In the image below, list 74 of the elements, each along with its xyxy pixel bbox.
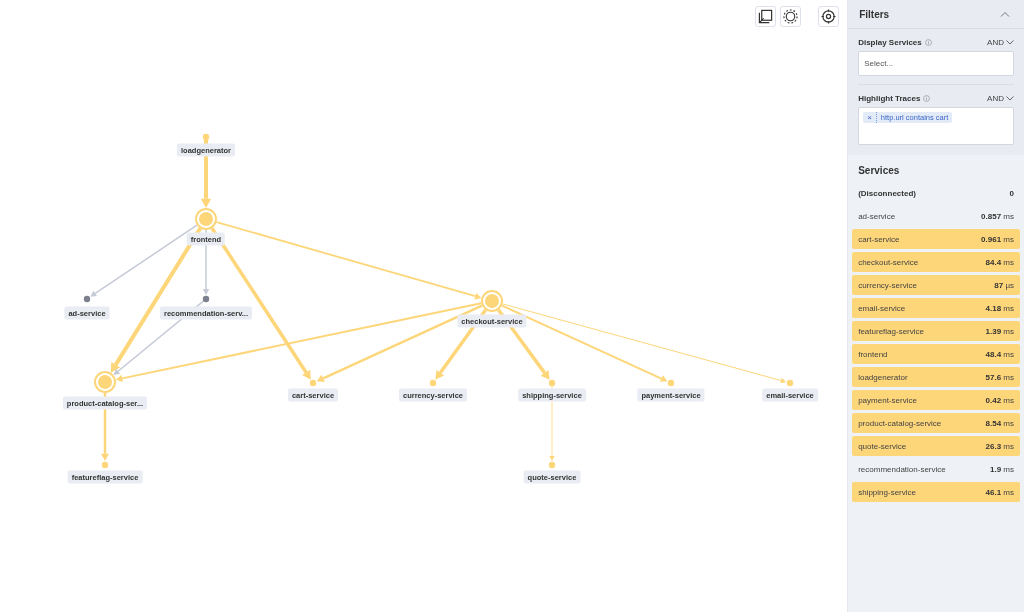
fit-view-button[interactable]: [755, 6, 776, 27]
filters-title: Filters: [859, 8, 890, 20]
service-latency: 48.4 ms: [985, 349, 1014, 359]
service-row[interactable]: (Disconnected) 0: [852, 183, 1020, 203]
service-node-icon[interactable]: [94, 371, 116, 393]
service-row[interactable]: checkout-service 84.4 ms: [852, 252, 1020, 272]
services-title: Services: [857, 165, 901, 178]
service-row[interactable]: frontend 48.4 ms: [852, 344, 1020, 364]
service-name: loadgenerator: [858, 372, 908, 382]
service-name: currency-service: [858, 280, 917, 290]
display-services-label: Display Services: [858, 38, 922, 47]
dashed-circle-icon: [783, 9, 798, 24]
service-latency: 0.42 ms: [985, 395, 1014, 405]
service-row[interactable]: loadgenerator 57.6 ms: [852, 367, 1020, 387]
target-icon: [821, 9, 836, 24]
service-row[interactable]: cart-service 0.961 ms: [852, 229, 1020, 249]
service-name: recommendation-service: [858, 464, 946, 474]
info-icon: [923, 95, 931, 102]
service-node-icon[interactable]: [786, 379, 794, 387]
service-name: cart-service: [858, 234, 900, 244]
service-latency: 4.18 ms: [985, 303, 1014, 313]
remove-tag-button[interactable]: ×: [863, 112, 877, 123]
service-row[interactable]: shipping-service 46.1 ms: [852, 482, 1020, 502]
service-node-icon[interactable]: [667, 379, 675, 387]
service-name: frontend: [858, 349, 888, 359]
caret-icon: [1006, 40, 1014, 45]
service-node-icon[interactable]: [101, 461, 109, 469]
service-row[interactable]: currency-service 87 µs: [852, 275, 1020, 295]
service-name: checkout-service: [858, 257, 919, 267]
service-node-icon[interactable]: [202, 295, 210, 303]
service-latency: 8.54 ms: [985, 418, 1014, 428]
service-latency: 57.6 ms: [985, 372, 1014, 382]
service-latency: 87 µs: [994, 280, 1014, 290]
service-name: featureflag-service: [858, 326, 924, 336]
service-latency: 0.961 ms: [981, 234, 1014, 244]
service-row[interactable]: ad-service 0.857 ms: [852, 206, 1020, 226]
service-name: product-catalog-service: [858, 418, 942, 428]
info-icon: [924, 39, 932, 46]
highlight-traces-label: Highlight Traces: [858, 94, 921, 103]
service-row[interactable]: quote-service 26.3 ms: [852, 436, 1020, 456]
service-node-icon[interactable]: [202, 133, 210, 141]
service-node-icon[interactable]: [309, 379, 317, 387]
service-row[interactable]: product-catalog-service 8.54 ms: [852, 413, 1020, 433]
service-node-icon[interactable]: [481, 290, 503, 312]
resize-icon: [758, 9, 773, 24]
service-latency: 46.1 ms: [985, 487, 1014, 497]
service-name: email-service: [858, 303, 906, 313]
service-node-icon[interactable]: [548, 461, 556, 469]
service-node-icon[interactable]: [548, 379, 556, 387]
service-latency: 26.3 ms: [985, 441, 1014, 451]
service-node-icon[interactable]: [195, 208, 217, 230]
caret-icon: [1006, 96, 1014, 101]
service-name: (Disconnected): [858, 188, 916, 198]
service-latency: 0: [1009, 188, 1014, 198]
service-row[interactable]: featureflag-service 1.39 ms: [852, 321, 1020, 341]
operator-dropdown[interactable]: AND: [987, 38, 1014, 47]
service-row[interactable]: email-service 4.18 ms: [852, 298, 1020, 318]
service-name: quote-service: [858, 441, 907, 451]
display-services-field[interactable]: Select...: [858, 51, 1014, 76]
chevron-icon[interactable]: [1000, 11, 1010, 17]
service-latency: 84.4 ms: [985, 257, 1014, 267]
service-name: ad-service: [858, 211, 896, 221]
service-latency: 1.39 ms: [985, 326, 1014, 336]
service-latency: 1.9 ms: [990, 464, 1014, 474]
service-row[interactable]: payment-service 0.42 ms: [852, 390, 1020, 410]
center-button[interactable]: [818, 6, 839, 27]
service-name: shipping-service: [858, 487, 916, 497]
service-name: payment-service: [858, 395, 917, 405]
operator-dropdown[interactable]: AND: [987, 94, 1014, 103]
service-row[interactable]: recommendation-service 1.9 ms: [852, 459, 1020, 479]
service-latency: 0.857 ms: [981, 211, 1014, 221]
service-node-icon[interactable]: [429, 379, 437, 387]
layout-button[interactable]: [780, 6, 801, 27]
service-node-icon[interactable]: [83, 295, 91, 303]
